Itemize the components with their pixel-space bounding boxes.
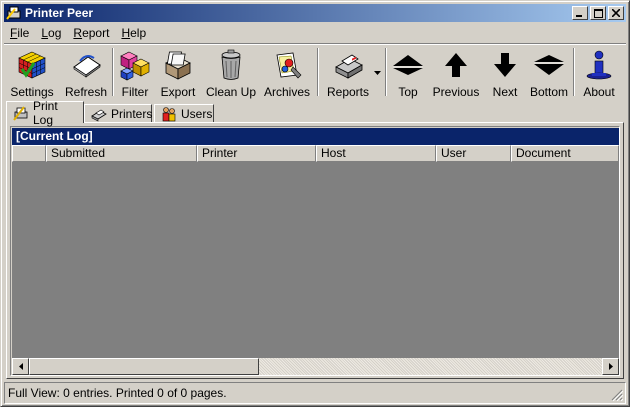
- tab-printers[interactable]: Printers: [84, 104, 152, 123]
- log-grid-body[interactable]: [12, 162, 619, 358]
- export-label: Export: [160, 85, 196, 99]
- log-view: [Current Log] Submitted Printer Host Use…: [10, 126, 620, 376]
- scroll-left-button[interactable]: [12, 358, 29, 375]
- archives-label: Archives: [263, 85, 310, 99]
- tab-printers-label: Printers: [111, 107, 153, 121]
- bottom-arrow-icon: [532, 48, 566, 82]
- export-button[interactable]: Export: [156, 48, 200, 100]
- printer-peer-icon: [6, 5, 22, 21]
- toolbar-separator: [112, 48, 114, 96]
- maximize-button[interactable]: [590, 6, 606, 20]
- toolbar-separator: [317, 48, 319, 96]
- column-header-indicator[interactable]: [12, 145, 46, 162]
- printers-icon: [91, 106, 107, 122]
- previous-label: Previous: [432, 85, 480, 99]
- filter-button[interactable]: Filter: [115, 48, 155, 100]
- menu-help[interactable]: Help: [115, 25, 152, 41]
- scrollbar-thumb[interactable]: [29, 358, 259, 375]
- down-arrow-icon: [488, 48, 522, 82]
- toolbar-separator: [385, 48, 387, 96]
- arrow-left-icon: [18, 363, 23, 370]
- main-window: Printer Peer File Log Report Help Settin…: [0, 0, 630, 407]
- users-icon: [161, 106, 177, 122]
- maximize-icon: [593, 8, 603, 18]
- column-header-submitted[interactable]: Submitted: [46, 145, 197, 162]
- column-header-user[interactable]: User: [436, 145, 511, 162]
- about-label: About: [583, 85, 615, 99]
- column-header-document[interactable]: Document: [511, 145, 619, 162]
- next-label: Next: [492, 85, 518, 99]
- toolbar: Settings Refresh Filter Export Clean Up …: [4, 43, 626, 99]
- about-info-icon: [582, 48, 616, 82]
- settings-button[interactable]: Settings: [8, 48, 56, 100]
- settings-label: Settings: [10, 85, 54, 99]
- cleanup-button[interactable]: Clean Up: [203, 48, 259, 100]
- tab-panel: [Current Log] Submitted Printer Host Use…: [6, 122, 624, 379]
- menu-file[interactable]: File: [4, 25, 35, 41]
- minimize-button[interactable]: [572, 6, 588, 20]
- filter-label: Filter: [121, 85, 149, 99]
- reports-dropdown-button[interactable]: [374, 64, 384, 75]
- menu-report[interactable]: Report: [67, 25, 115, 41]
- column-header-row: Submitted Printer Host User Document: [12, 145, 619, 162]
- print-log-icon: [13, 105, 29, 121]
- window-title: Printer Peer: [25, 6, 94, 20]
- export-box-icon: [161, 48, 195, 82]
- scroll-right-button[interactable]: [602, 358, 619, 375]
- status-bar: Full View: 0 entries. Printed 0 of 0 pag…: [4, 382, 626, 404]
- menu-bar: File Log Report Help: [4, 23, 626, 42]
- arrow-right-icon: [608, 363, 613, 370]
- refresh-button[interactable]: Refresh: [61, 48, 111, 100]
- toolbar-separator: [573, 48, 575, 96]
- column-header-host[interactable]: Host: [316, 145, 436, 162]
- column-header-printer[interactable]: Printer: [197, 145, 316, 162]
- reports-label: Reports: [326, 85, 370, 99]
- tab-strip: Print Log Printers Users: [4, 99, 626, 127]
- reports-button[interactable]: Reports: [322, 48, 374, 100]
- close-icon: [612, 9, 620, 17]
- trash-can-icon: [214, 48, 248, 82]
- dropdown-arrow-icon: [374, 71, 381, 75]
- resize-grip-icon[interactable]: [611, 389, 623, 401]
- tab-users-label: Users: [181, 107, 213, 121]
- cleanup-label: Clean Up: [205, 85, 257, 99]
- log-title: [Current Log]: [12, 128, 619, 145]
- shapes-filter-icon: [118, 48, 152, 82]
- bottom-button[interactable]: Bottom: [528, 48, 570, 100]
- archives-button[interactable]: Archives: [262, 48, 312, 100]
- rubiks-cube-icon: [15, 48, 49, 82]
- reports-printer-icon: [331, 48, 365, 82]
- top-label: Top: [398, 85, 418, 99]
- minimize-icon: [576, 15, 582, 17]
- title-bar[interactable]: Printer Peer: [4, 4, 626, 22]
- tab-users[interactable]: Users: [154, 104, 214, 123]
- top-button[interactable]: Top: [390, 48, 426, 100]
- up-arrow-icon: [439, 48, 473, 82]
- previous-button[interactable]: Previous: [432, 48, 480, 100]
- horizontal-scrollbar[interactable]: [12, 358, 619, 375]
- top-arrow-icon: [391, 48, 425, 82]
- refresh-paper-icon: [69, 48, 103, 82]
- about-button[interactable]: About: [579, 48, 619, 100]
- tab-print-log-label: Print Log: [33, 98, 58, 127]
- bottom-label: Bottom: [529, 85, 568, 99]
- menu-log[interactable]: Log: [35, 25, 67, 41]
- close-button[interactable]: [608, 6, 624, 20]
- status-text: Full View: 0 entries. Printed 0 of 0 pag…: [8, 386, 227, 400]
- tab-print-log[interactable]: Print Log: [6, 99, 84, 127]
- next-button[interactable]: Next: [486, 48, 524, 100]
- archives-icon: [270, 48, 304, 82]
- refresh-label: Refresh: [64, 85, 108, 99]
